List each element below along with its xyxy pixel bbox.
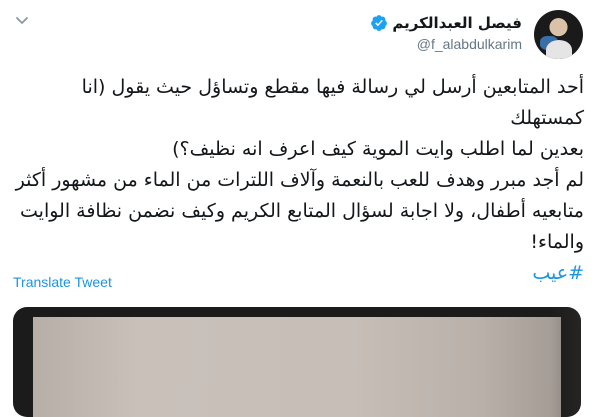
- tweet-line: متابعيه أطفال، ولا اجابة لسؤال المتابع ا…: [20, 200, 584, 222]
- video-frame: [33, 317, 561, 417]
- tweet-text: أحد المتابعين أرسل لي رسالة فيها مقطع وت…: [14, 72, 584, 289]
- chevron-down-icon[interactable]: [14, 12, 30, 28]
- avatar[interactable]: [534, 10, 583, 59]
- tweet-line: لم أجد مبرر وهدف للعب بالنعمة وآلاف اللت…: [15, 169, 584, 191]
- hashtag-link[interactable]: #عيب: [532, 262, 584, 284]
- media-video[interactable]: [13, 307, 581, 417]
- video-frame-shade: [551, 307, 581, 417]
- user-info[interactable]: فيصل العبدالكريم @f_alabdulkarim: [370, 14, 522, 52]
- tweet-card: فيصل العبدالكريم @f_alabdulkarim أحد الم…: [0, 0, 598, 417]
- tweet-line: بعدين لما اطلب وايت الموية كيف اعرف انه …: [172, 138, 584, 160]
- tweet-line: والماء!: [530, 231, 584, 253]
- tweet-line: أحد المتابعين أرسل لي رسالة فيها مقطع وت…: [75, 76, 584, 129]
- avatar-shirt: [546, 40, 572, 59]
- display-name[interactable]: فيصل العبدالكريم: [392, 14, 522, 32]
- translate-tweet-link[interactable]: Translate Tweet: [13, 274, 112, 290]
- verified-badge-icon: [371, 15, 388, 31]
- user-handle[interactable]: @f_alabdulkarim: [370, 36, 522, 52]
